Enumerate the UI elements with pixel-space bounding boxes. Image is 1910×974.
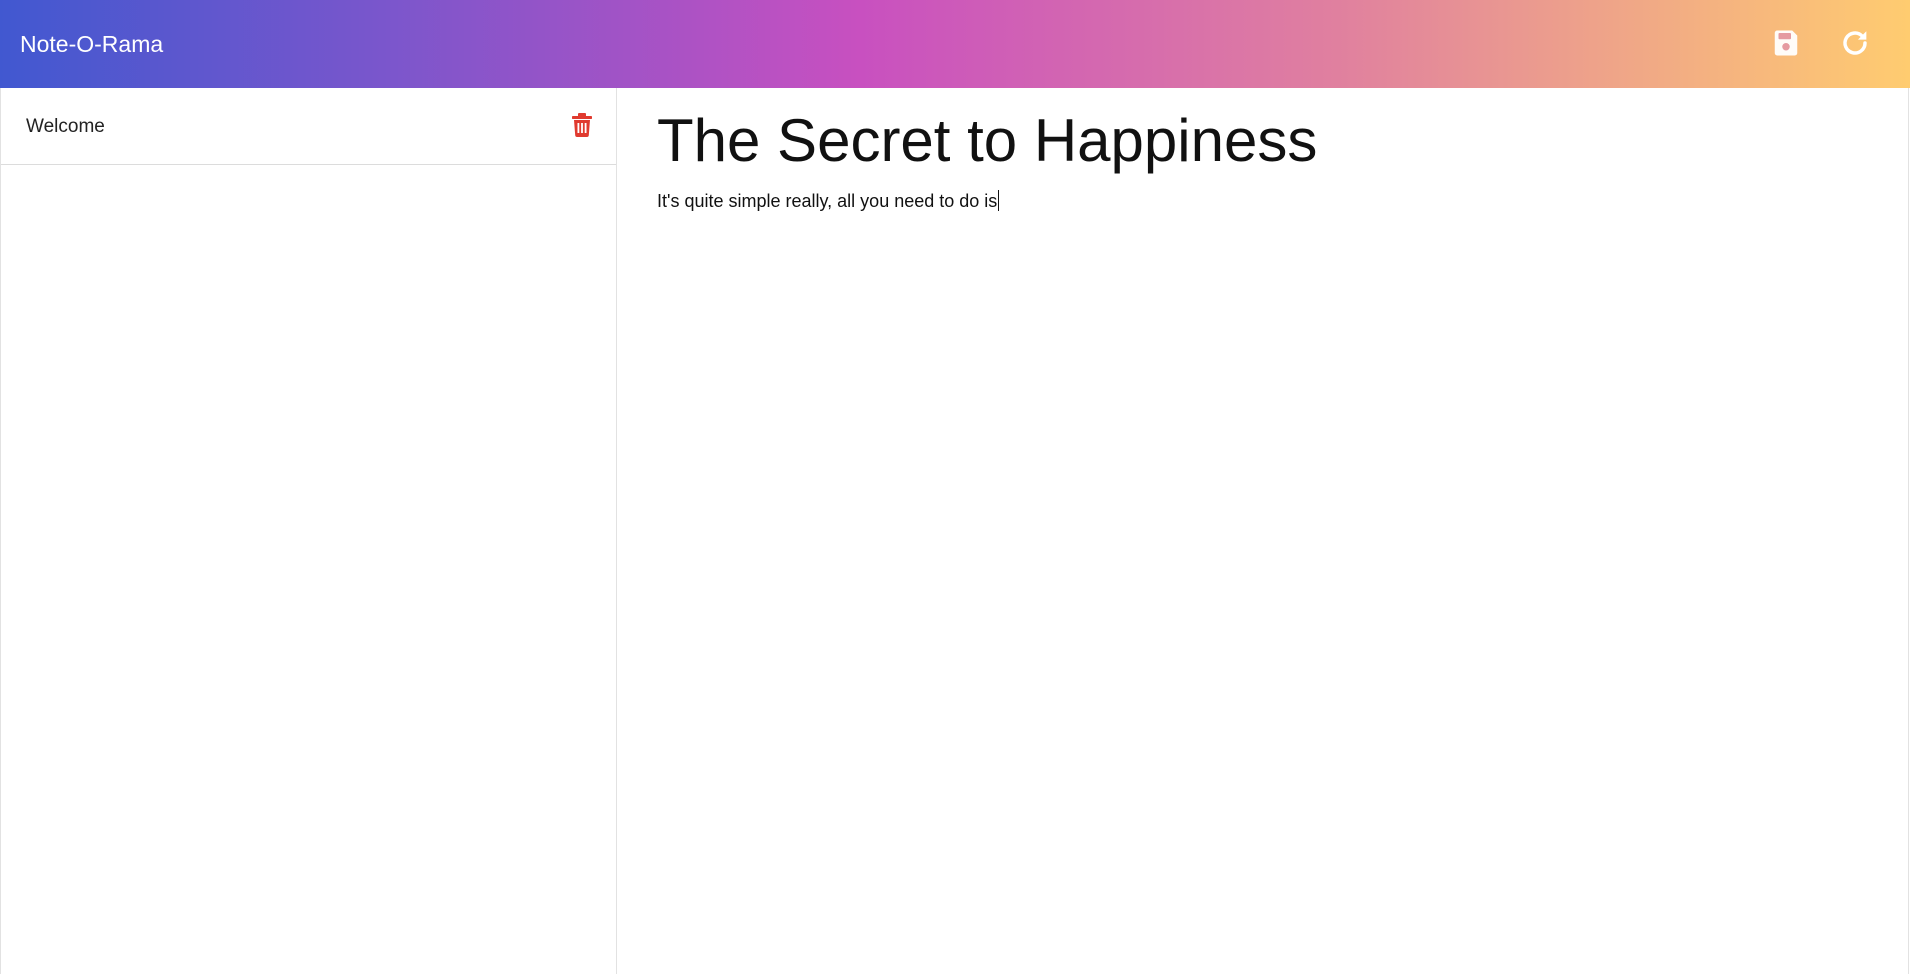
note-body-editor[interactable]: It's quite simple really, all you need t… bbox=[657, 189, 1000, 213]
app-title: Note-O-Rama bbox=[20, 31, 164, 57]
app-header: Note-O-Rama bbox=[0, 0, 1910, 88]
note-list-item[interactable]: Welcome bbox=[1, 88, 616, 165]
reload-icon bbox=[1843, 31, 1867, 55]
note-item-label: Welcome bbox=[26, 116, 105, 137]
reload-button[interactable] bbox=[1837, 25, 1873, 61]
notes-sidebar: Welcome bbox=[0, 88, 617, 974]
trash-icon bbox=[572, 113, 592, 138]
note-title[interactable]: The Secret to Happiness bbox=[657, 102, 1317, 180]
text-caret bbox=[998, 190, 1000, 211]
note-editor[interactable]: The Secret to Happiness It's quite simpl… bbox=[617, 88, 1909, 974]
note-body-text: It's quite simple really, all you need t… bbox=[657, 191, 998, 211]
save-button[interactable] bbox=[1768, 25, 1804, 61]
delete-note-button[interactable] bbox=[572, 113, 592, 138]
save-icon bbox=[1774, 30, 1798, 56]
